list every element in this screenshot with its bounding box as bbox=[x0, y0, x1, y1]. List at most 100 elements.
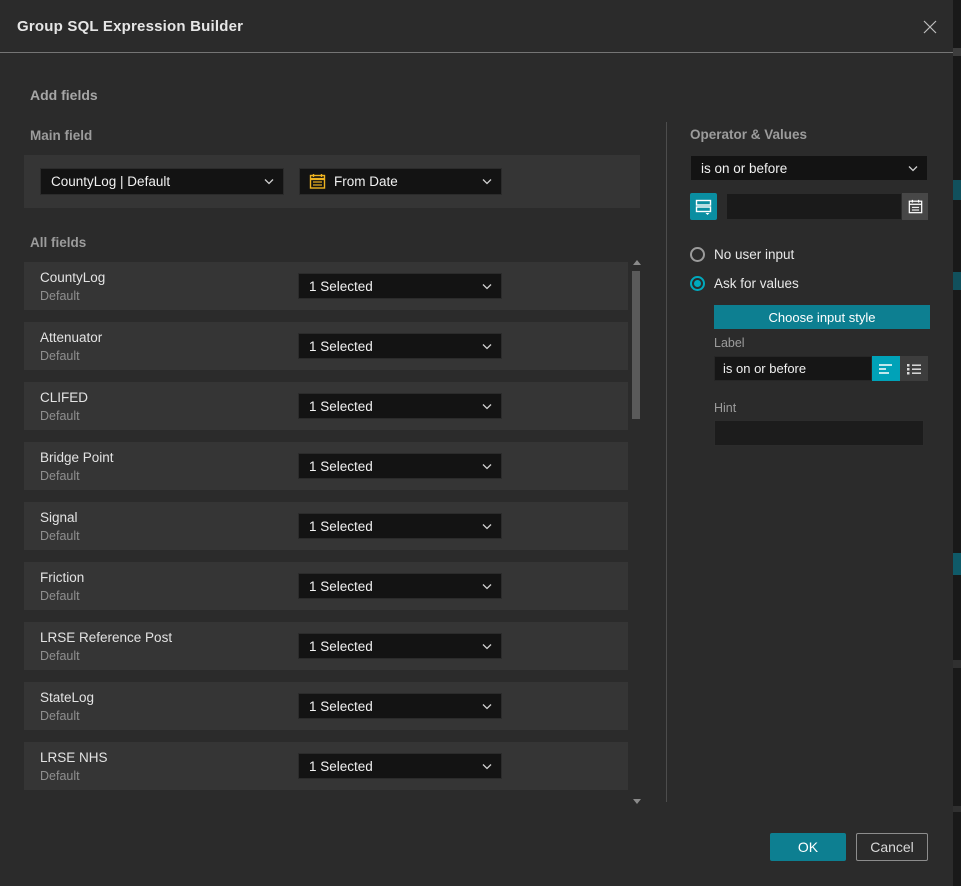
hint-heading: Hint bbox=[714, 401, 736, 415]
radio-selected-icon bbox=[690, 276, 705, 291]
field-row-subtitle: Default bbox=[40, 769, 80, 783]
field-row-selection-value: 1 Selected bbox=[299, 279, 482, 294]
field-row-selection-dropdown[interactable]: 1 Selected bbox=[298, 513, 502, 539]
field-row-name: Attenuator bbox=[40, 330, 102, 345]
field-row-selection-value: 1 Selected bbox=[299, 639, 482, 654]
field-row-subtitle: Default bbox=[40, 649, 80, 663]
chevron-down-icon bbox=[482, 523, 492, 530]
chevron-down-icon bbox=[482, 283, 492, 290]
radio-unselected-icon bbox=[690, 247, 705, 262]
field-row-name: Bridge Point bbox=[40, 450, 114, 465]
list-scrollbar[interactable] bbox=[630, 258, 642, 806]
operator-select[interactable]: is on or before bbox=[690, 155, 928, 181]
calendar-date-field-icon bbox=[309, 173, 326, 190]
close-icon bbox=[921, 18, 939, 36]
group-sql-expression-builder-dialog: Group SQL Expression Builder Add fields … bbox=[0, 0, 961, 886]
field-row-selection-value: 1 Selected bbox=[299, 519, 482, 534]
backdrop-fragment bbox=[953, 180, 961, 200]
chevron-down-icon bbox=[482, 583, 492, 590]
scrollbar-down-arrow-icon[interactable] bbox=[633, 799, 641, 804]
field-row: LRSE Reference Post Default 1 Selected bbox=[24, 622, 628, 670]
single-line-style-button[interactable] bbox=[872, 356, 900, 381]
hint-input[interactable] bbox=[714, 420, 924, 446]
ok-button[interactable]: OK bbox=[770, 833, 846, 861]
date-value-input[interactable] bbox=[726, 193, 902, 220]
date-picker-button[interactable] bbox=[902, 193, 928, 220]
backdrop-fragment bbox=[953, 553, 961, 575]
value-stack-icon bbox=[695, 198, 712, 215]
field-row-name: Signal bbox=[40, 510, 78, 525]
field-row-subtitle: Default bbox=[40, 409, 80, 423]
chevron-down-icon bbox=[482, 463, 492, 470]
field-row-subtitle: Default bbox=[40, 289, 80, 303]
list-style-button[interactable] bbox=[900, 356, 928, 381]
all-fields-list: CountyLog Default 1 Selected Attenuator … bbox=[24, 262, 628, 790]
backdrop-fragment bbox=[953, 806, 961, 812]
field-row-name: LRSE NHS bbox=[40, 750, 108, 765]
title-divider bbox=[0, 52, 953, 53]
field-row-name: StateLog bbox=[40, 690, 94, 705]
chevron-down-icon bbox=[482, 403, 492, 410]
backdrop-fragment bbox=[953, 272, 961, 290]
close-button[interactable] bbox=[917, 14, 943, 40]
radio-ask-for-values[interactable]: Ask for values bbox=[690, 274, 930, 292]
field-row-selection-dropdown[interactable]: 1 Selected bbox=[298, 273, 502, 299]
main-field-heading: Main field bbox=[30, 128, 92, 143]
field-row-selection-dropdown[interactable]: 1 Selected bbox=[298, 633, 502, 659]
field-row-subtitle: Default bbox=[40, 469, 80, 483]
label-input[interactable] bbox=[714, 356, 872, 381]
calendar-icon bbox=[908, 199, 923, 214]
field-row-selection-value: 1 Selected bbox=[299, 459, 482, 474]
field-row: Bridge Point Default 1 Selected bbox=[24, 442, 628, 490]
dialog-titlebar: Group SQL Expression Builder bbox=[0, 0, 953, 52]
field-row-subtitle: Default bbox=[40, 349, 80, 363]
unique-values-button[interactable] bbox=[690, 193, 717, 220]
field-row-selection-value: 1 Selected bbox=[299, 699, 482, 714]
field-row: Signal Default 1 Selected bbox=[24, 502, 628, 550]
field-row-selection-value: 1 Selected bbox=[299, 339, 482, 354]
field-row-selection-dropdown[interactable]: 1 Selected bbox=[298, 573, 502, 599]
backdrop-app-edge bbox=[953, 0, 961, 886]
field-row-selection-dropdown[interactable]: 1 Selected bbox=[298, 333, 502, 359]
field-row: LRSE NHS Default 1 Selected bbox=[24, 742, 628, 790]
scrollbar-thumb[interactable] bbox=[632, 271, 640, 419]
field-row-selection-dropdown[interactable]: 1 Selected bbox=[298, 453, 502, 479]
scrollbar-up-arrow-icon[interactable] bbox=[633, 260, 641, 265]
chevron-down-icon bbox=[482, 643, 492, 650]
field-row: Friction Default 1 Selected bbox=[24, 562, 628, 610]
chevron-down-icon bbox=[482, 763, 492, 770]
chevron-down-icon bbox=[482, 703, 492, 710]
field-row-selection-dropdown[interactable]: 1 Selected bbox=[298, 393, 502, 419]
choose-input-style-button[interactable]: Choose input style bbox=[714, 305, 930, 329]
radio-no-user-input[interactable]: No user input bbox=[690, 245, 930, 263]
field-row-name: CLIFED bbox=[40, 390, 88, 405]
main-layer-select-value: CountyLog | Default bbox=[41, 174, 264, 189]
chevron-down-icon bbox=[264, 178, 274, 185]
field-row: Attenuator Default 1 Selected bbox=[24, 322, 628, 370]
align-left-icon bbox=[878, 362, 894, 376]
main-layer-select[interactable]: CountyLog | Default bbox=[40, 168, 284, 195]
dialog-title: Group SQL Expression Builder bbox=[17, 0, 243, 52]
chevron-down-icon bbox=[908, 165, 918, 172]
field-row-name: LRSE Reference Post bbox=[40, 630, 172, 645]
field-row-name: Friction bbox=[40, 570, 84, 585]
cancel-button[interactable]: Cancel bbox=[856, 833, 928, 861]
field-row-selection-dropdown[interactable]: 1 Selected bbox=[298, 753, 502, 779]
main-date-field-value: From Date bbox=[326, 174, 482, 189]
field-row-selection-dropdown[interactable]: 1 Selected bbox=[298, 693, 502, 719]
add-fields-heading: Add fields bbox=[30, 87, 98, 103]
backdrop-fragment bbox=[953, 660, 961, 668]
operator-values-heading: Operator & Values bbox=[690, 127, 807, 142]
field-row-selection-value: 1 Selected bbox=[299, 759, 482, 774]
field-row: StateLog Default 1 Selected bbox=[24, 682, 628, 730]
all-fields-heading: All fields bbox=[30, 235, 86, 250]
main-date-field-select[interactable]: From Date bbox=[299, 168, 502, 195]
field-row-name: CountyLog bbox=[40, 270, 105, 285]
bullet-list-icon bbox=[906, 362, 922, 376]
chevron-down-icon bbox=[482, 343, 492, 350]
label-heading: Label bbox=[714, 336, 745, 350]
field-row: CLIFED Default 1 Selected bbox=[24, 382, 628, 430]
backdrop-fragment bbox=[953, 48, 961, 56]
field-row-subtitle: Default bbox=[40, 529, 80, 543]
field-row-selection-value: 1 Selected bbox=[299, 399, 482, 414]
